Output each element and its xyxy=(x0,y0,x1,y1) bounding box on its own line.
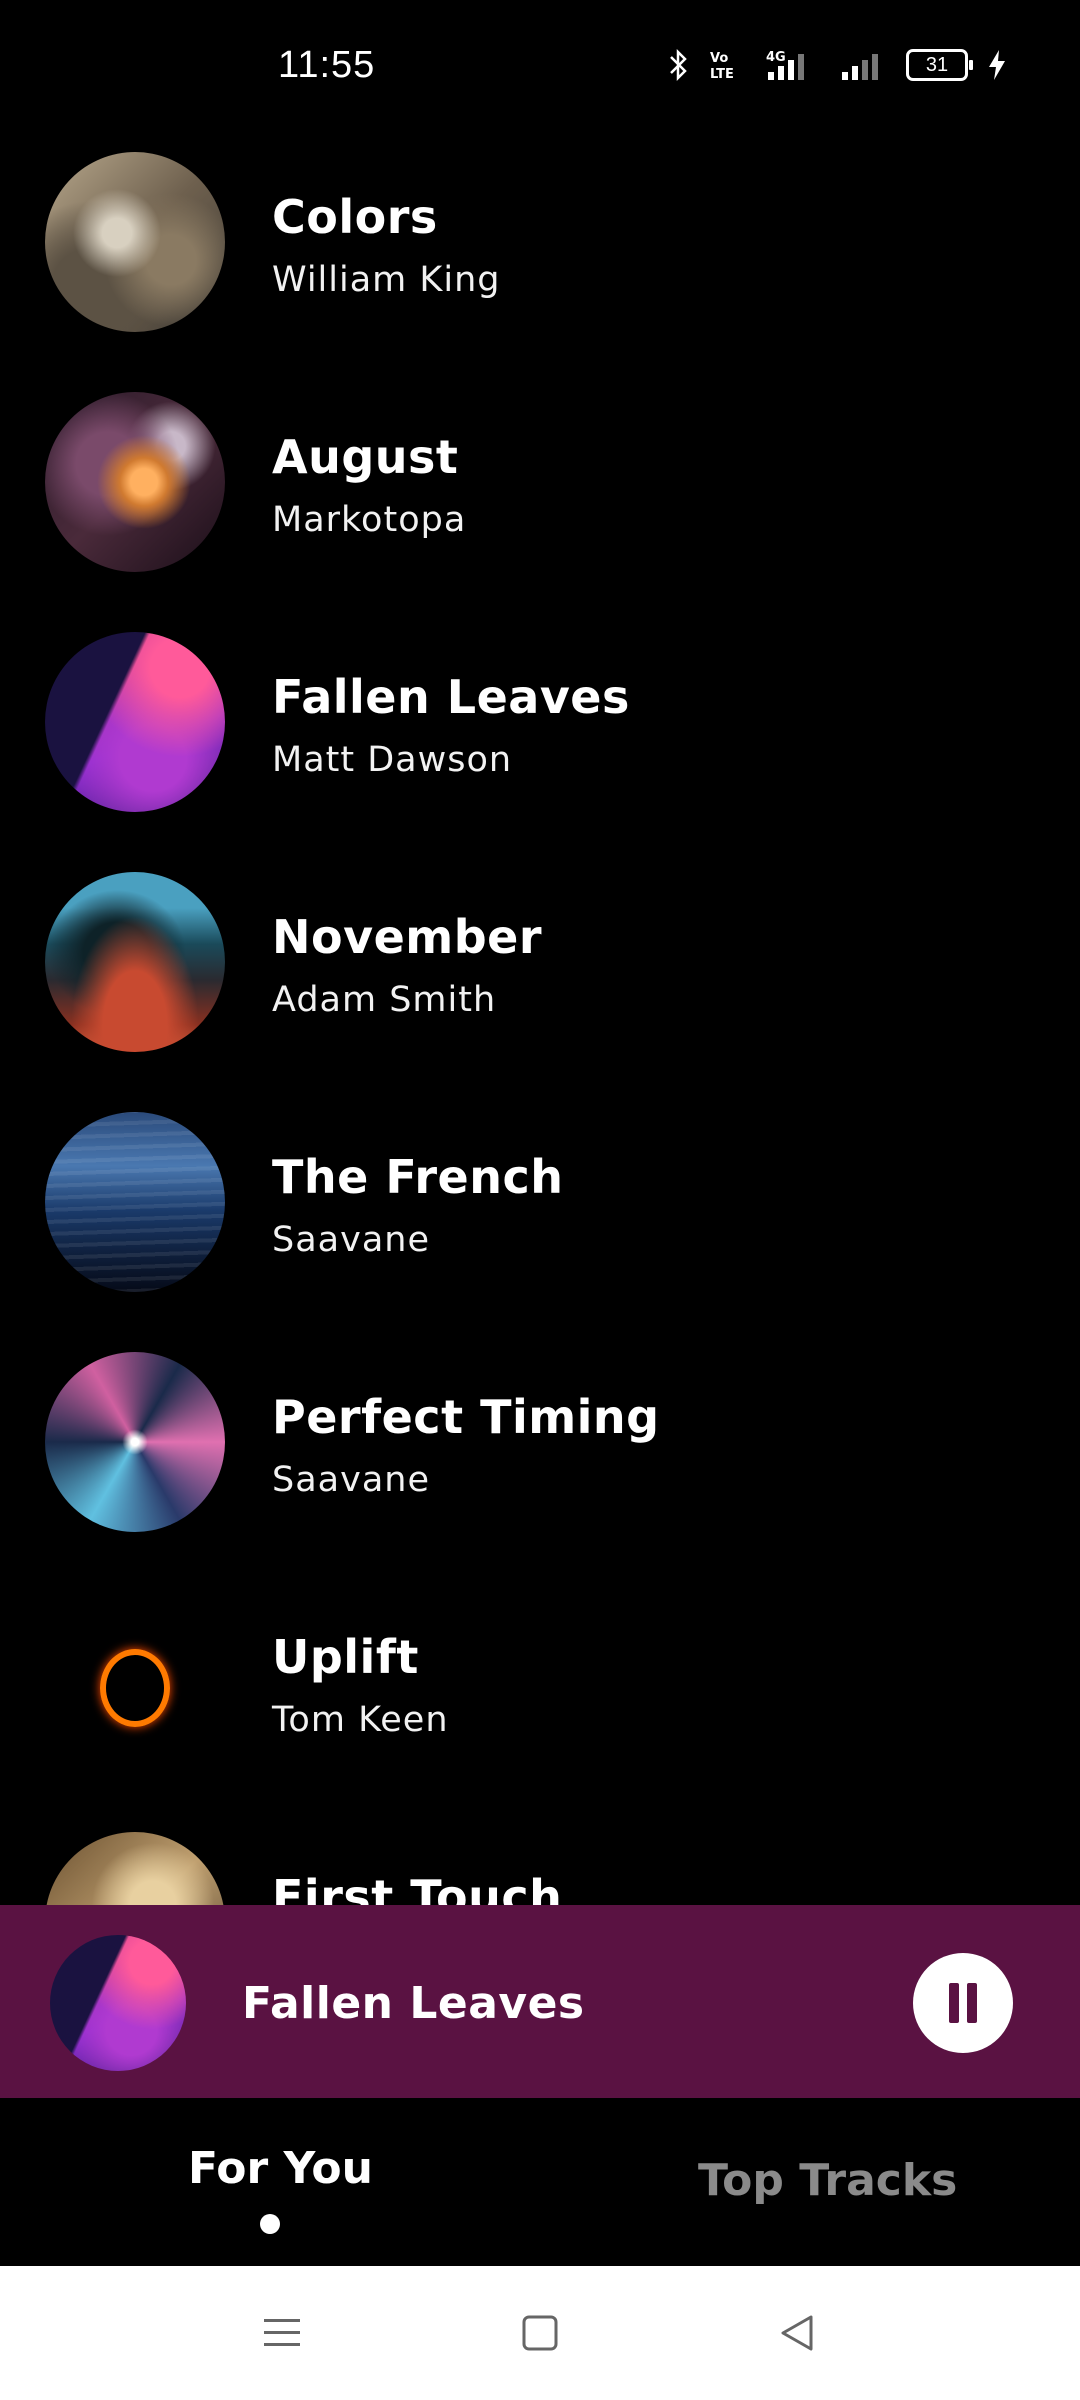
track-title: Colors xyxy=(272,190,438,244)
track-title: November xyxy=(272,910,543,964)
track-list[interactable]: Colors William King August Markotopa Fal… xyxy=(0,140,1080,1905)
home-icon[interactable] xyxy=(518,2311,562,2355)
charging-icon xyxy=(989,50,1005,80)
menu-icon[interactable] xyxy=(260,2311,304,2355)
track-cover xyxy=(45,392,225,572)
now-playing-bar[interactable]: Fallen Leaves xyxy=(0,1905,1080,2098)
now-playing-title: Fallen Leaves xyxy=(242,1978,585,2029)
track-artist: Tom Keen xyxy=(272,1700,449,1740)
tab-for-you[interactable]: For You xyxy=(188,2143,373,2194)
back-icon[interactable] xyxy=(775,2311,819,2355)
status-time: 11:55 xyxy=(278,44,376,86)
active-tab-indicator xyxy=(260,2214,280,2234)
battery-icon: 31 xyxy=(906,49,973,81)
track-title: The French xyxy=(272,1150,564,1204)
now-playing-cover xyxy=(50,1935,186,2071)
system-nav-bar xyxy=(0,2266,1080,2400)
track-artist: Saavane xyxy=(272,1460,430,1500)
svg-text:LTE: LTE xyxy=(710,67,734,82)
track-item-november[interactable]: November Adam Smith xyxy=(0,860,1080,1100)
track-artist: Adam Smith xyxy=(272,980,497,1020)
track-cover xyxy=(45,152,225,332)
track-artist: Markotopa xyxy=(272,500,467,540)
svg-text:Vo: Vo xyxy=(710,51,728,66)
track-item-august[interactable]: August Markotopa xyxy=(0,380,1080,620)
track-artist: Saavane xyxy=(272,1220,430,1260)
track-cover xyxy=(45,1832,225,1905)
ring-graphic xyxy=(100,1649,170,1727)
status-icons: Vo LTE 4G 31 xyxy=(668,48,1008,82)
track-artist: William King xyxy=(272,260,501,300)
track-title: Fallen Leaves xyxy=(272,670,630,724)
track-cover xyxy=(45,872,225,1052)
volte-icon: Vo LTE xyxy=(710,51,734,82)
track-cover xyxy=(45,1592,225,1772)
track-item-the-french[interactable]: The French Saavane xyxy=(0,1100,1080,1340)
signal-icon xyxy=(842,54,878,80)
status-bar: 11:55 Vo LTE 4G 31 xyxy=(0,0,1080,140)
track-artist: Matt Dawson xyxy=(272,740,513,780)
track-item-colors[interactable]: Colors William King xyxy=(0,140,1080,380)
bluetooth-icon xyxy=(670,48,687,82)
4g-signal-icon: 4G xyxy=(766,50,804,80)
track-item-uplift[interactable]: Uplift Tom Keen xyxy=(0,1580,1080,1820)
track-title: First Touch xyxy=(272,1870,563,1905)
track-item-first-touch[interactable]: First Touch xyxy=(0,1820,1080,1905)
track-title: Perfect Timing xyxy=(272,1390,660,1444)
track-title: August xyxy=(272,430,459,484)
track-title: Uplift xyxy=(272,1630,419,1684)
tab-top-tracks[interactable]: Top Tracks xyxy=(698,2155,957,2206)
track-cover xyxy=(45,632,225,812)
track-cover xyxy=(45,1352,225,1532)
track-item-perfect-timing[interactable]: Perfect Timing Saavane xyxy=(0,1340,1080,1580)
track-item-fallen-leaves[interactable]: Fallen Leaves Matt Dawson xyxy=(0,620,1080,860)
track-cover xyxy=(45,1112,225,1292)
svg-text:4G: 4G xyxy=(766,50,786,65)
pause-button[interactable] xyxy=(913,1953,1013,2053)
bottom-tabs: For You Top Tracks xyxy=(0,2098,1080,2266)
